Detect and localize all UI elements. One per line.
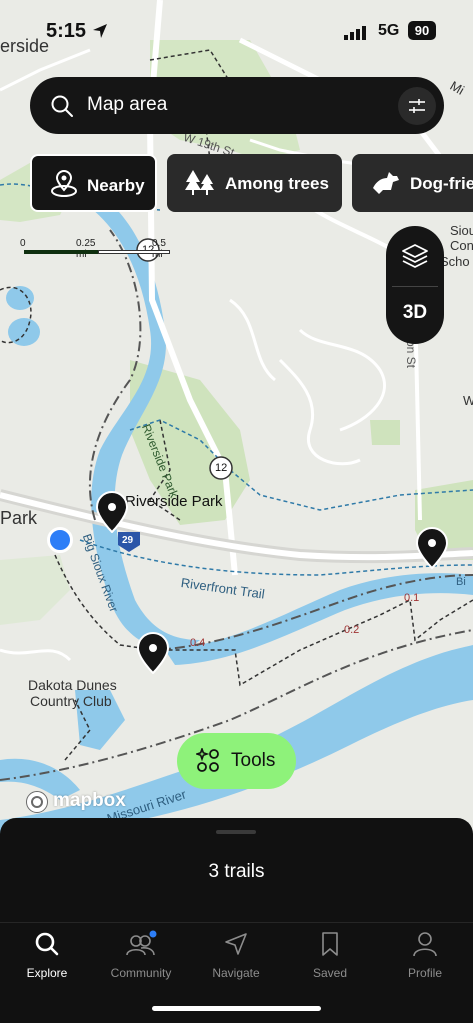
mapbox-logo-icon [26,791,48,813]
tab-saved[interactable]: Saved [283,930,377,980]
layers-icon[interactable] [401,242,429,270]
map-label-on-st: on St [404,340,418,369]
tools-button[interactable]: Tools [177,733,296,789]
map-label-sioux: Sioux [450,223,473,238]
map-label-dakota-dunes: Dakota Dunes [28,677,117,693]
sliders-icon [409,99,425,113]
search-placeholder: Map area [87,94,168,115]
route-12-label: 12 [215,462,228,474]
location-arrow-icon [93,24,107,38]
filter-button[interactable] [398,87,436,125]
chip-among-trees[interactable]: Among trees [167,154,342,212]
navigate-icon [225,933,247,955]
dog-icon [373,172,399,194]
chip-nearby[interactable]: Nearby [30,154,157,212]
trail-distance-04: 0.4 [190,637,206,649]
trail-pin-east[interactable] [415,527,449,569]
tab-profile[interactable]: Profile [378,930,472,980]
tab-label: Explore [26,966,68,980]
toggle-3d-button[interactable]: 3D [386,302,444,324]
trail-distance-01: 0.1 [404,592,420,604]
tab-label: Navigate [212,966,260,980]
map-label-scho: Scho [440,254,470,269]
filter-chips: Nearby Among trees Dog-frie [30,154,473,212]
sheet-grabber[interactable] [216,830,256,834]
home-indicator[interactable] [152,1006,321,1011]
map-label-country-club: Country Club [30,693,112,709]
scale-half: 0.5 mi [152,238,166,260]
signal-icon [344,26,366,40]
trail-distance-02: 0.2 [344,624,360,636]
sheet-divider [0,922,473,923]
trail-count: 3 trails [208,861,265,882]
search-icon [35,932,59,956]
profile-icon [413,932,437,957]
trees-icon [185,170,214,195]
chip-label: Dog-frie [410,174,473,193]
tab-explore[interactable]: Explore [0,930,94,980]
chip-label: Nearby [87,176,145,195]
status-time: 5:15 [46,20,87,42]
scale-quarter: 0.25 mi [76,238,96,260]
mapbox-text: mapbox [53,790,126,811]
network-type: 5G [378,22,400,39]
user-location-dot [47,527,73,553]
tools-label: Tools [231,750,276,771]
map-controls: 3D [386,226,444,344]
chip-dog-friendly[interactable]: Dog-frie [352,154,473,212]
tools-icon [196,748,219,772]
trail-pin-riverside-park[interactable] [95,491,129,533]
trail-pin-river[interactable] [136,632,170,674]
scale-zero: 0 [20,238,26,249]
bookmark-icon [322,932,338,956]
tab-label: Community [110,966,172,980]
map-label-con: Con [450,238,473,253]
map-label-w: W [463,393,473,408]
controls-divider [392,286,438,287]
tab-label: Saved [312,966,348,980]
status-bar: 5:15 5G 90 [0,0,473,50]
map-label-bi: Bi [456,576,466,588]
search-icon [51,95,73,117]
tab-label: Profile [407,966,442,980]
search-bar[interactable]: Map area [30,77,444,134]
tab-navigate[interactable]: Navigate [189,930,283,980]
battery-level: 90 [408,21,436,40]
tab-community[interactable]: Community [94,930,188,980]
map-label-park: Park [0,508,38,528]
interstate-29-label: 29 [122,535,134,546]
tab-bar: Explore Community Navigate Saved Profile [0,930,473,1000]
chip-label: Among trees [225,174,329,193]
location-pin-icon [51,170,77,197]
community-icon [126,930,157,956]
